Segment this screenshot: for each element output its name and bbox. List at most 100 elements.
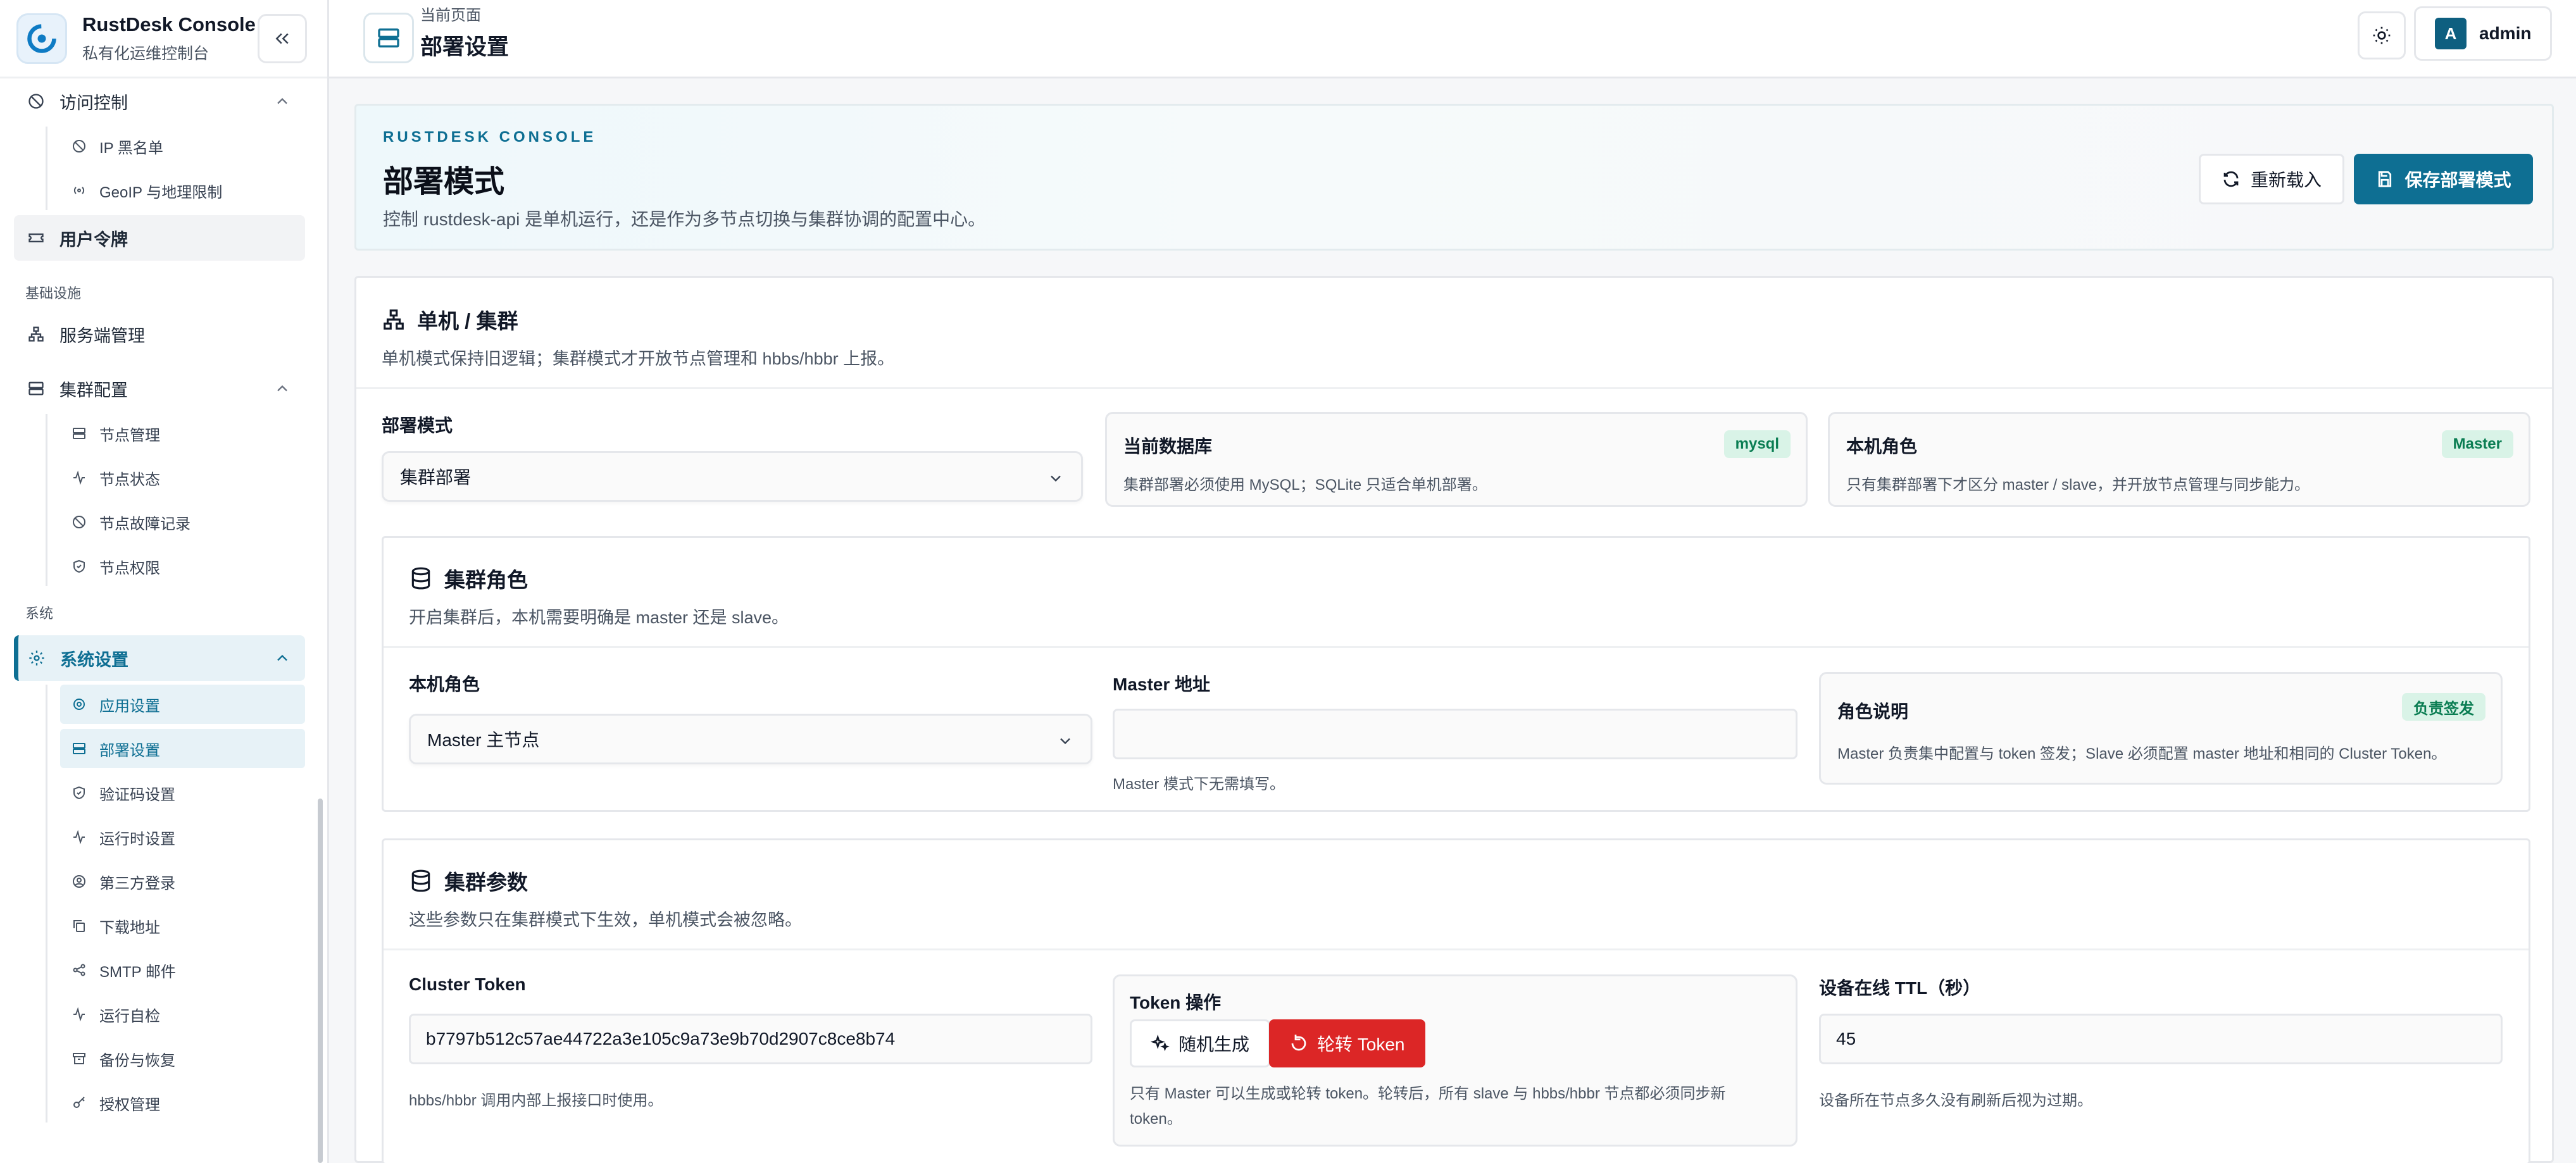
avatar: A xyxy=(2435,18,2467,49)
sidebar-item-label: 下载地址 xyxy=(99,919,160,936)
sidebar-item-license[interactable]: 授权管理 xyxy=(60,1083,305,1123)
save-deploy-mode-button[interactable]: 保存部署模式 xyxy=(2354,154,2533,204)
role-badge: Master xyxy=(2441,430,2513,458)
local-role-text: 只有集群部署下才区分 master / slave，并开放节点管理与同步能力。 xyxy=(1846,476,2310,494)
reload-button[interactable]: 重新载入 xyxy=(2199,154,2344,204)
random-generate-button[interactable]: 随机生成 xyxy=(1130,1019,1271,1067)
collapse-sidebar-button[interactable] xyxy=(258,14,307,63)
cluster-role-card: 集群角色 开启集群后，本机需要明确是 master 还是 slave。 本机角色… xyxy=(382,536,2530,812)
sidebar-item-node-mgmt[interactable]: 节点管理 xyxy=(60,414,305,453)
sidebar-item-deploy-settings[interactable]: 部署设置 xyxy=(60,729,305,768)
sidebar-item-download-url[interactable]: 下载地址 xyxy=(60,906,305,945)
sidebar-item-label: 运行自检 xyxy=(99,1007,160,1025)
master-address-label: Master 地址 xyxy=(1113,675,1211,694)
sidebar-item-geoip[interactable]: GeoIP 与地理限制 xyxy=(60,171,305,210)
access-control-submenu: IP 黑名单 GeoIP 与地理限制 xyxy=(46,127,305,210)
sidebar-item-access-control[interactable]: 访问控制 xyxy=(14,78,305,124)
gear-icon xyxy=(70,695,88,713)
server-icon xyxy=(70,425,88,442)
shield-check-icon xyxy=(70,557,88,575)
share-icon xyxy=(70,961,88,979)
server-icon xyxy=(363,13,414,63)
user-name: admin xyxy=(2479,23,2532,43)
sidebar-item-server-mgmt[interactable]: 服务端管理 xyxy=(14,311,305,357)
db-badge: mysql xyxy=(1723,430,1791,458)
cluster-params-desc: 这些参数只在集群模式下生效，单机模式会被忽略。 xyxy=(409,911,802,930)
sidebar-item-label: 节点故障记录 xyxy=(99,515,191,533)
cluster-params-card: 集群参数 这些参数只在集群模式下生效，单机模式会被忽略。 Cluster Tok… xyxy=(382,838,2530,1163)
cluster-role-title-text: 集群角色 xyxy=(444,568,528,592)
local-role-title: 本机角色 xyxy=(1846,437,1918,456)
sidebar-scrollbar[interactable] xyxy=(318,799,323,1163)
master-address-input[interactable] xyxy=(1113,709,1798,759)
sidebar-item-self-check[interactable]: 运行自检 xyxy=(60,995,305,1034)
sparkles-icon xyxy=(1151,1034,1170,1053)
deploy-mode-card: 单机 / 集群 单机模式保持旧逻辑；集群模式才开放节点管理和 hbbs/hbbr… xyxy=(354,276,2554,1163)
sidebar-item-ip-blacklist[interactable]: IP 黑名单 xyxy=(60,127,305,166)
role-explain-text: Master 负责集中配置与 token 签发；Slave 必须配置 maste… xyxy=(1837,745,2447,762)
sidebar-item-label: 部署设置 xyxy=(99,742,160,759)
sidebar-item-label: 运行时设置 xyxy=(99,830,175,848)
chevron-up-icon xyxy=(277,654,287,661)
page-title: 部署设置 xyxy=(420,35,510,59)
sidebar: RustDesk Console 私有化运维控制台 访问控制 IP 黑名单 Ge… xyxy=(0,0,329,1163)
rotate-token-button[interactable]: 轮转 Token xyxy=(1269,1019,1425,1067)
network-icon xyxy=(382,308,406,332)
hero-description: 控制 rustdesk-api 是单机运行，还是作为多节点切换与集群协调的配置中… xyxy=(383,209,986,229)
sidebar-item-runtime-settings[interactable]: 运行时设置 xyxy=(60,818,305,857)
local-role-select[interactable]: Master 主节点 xyxy=(409,714,1092,764)
sidebar-item-smtp[interactable]: SMTP 邮件 xyxy=(60,950,305,990)
sidebar-item-label: 节点权限 xyxy=(99,559,160,577)
hero-title: 部署模式 xyxy=(383,165,505,199)
sidebar-item-app-settings[interactable]: 应用设置 xyxy=(60,685,305,724)
shield-check-icon xyxy=(70,784,88,802)
sidebar-item-label: 第三方登录 xyxy=(99,874,175,892)
cluster-config-submenu: 节点管理 节点状态 节点故障记录 节点权限 xyxy=(46,414,305,586)
sidebar-item-cluster-config[interactable]: 集群配置 xyxy=(14,366,305,411)
sidebar-item-oauth-login[interactable]: 第三方登录 xyxy=(60,862,305,901)
chevron-up-icon xyxy=(277,97,287,104)
cluster-token-help: hbbs/hbbr 调用内部上报接口时使用。 xyxy=(409,1092,663,1109)
sidebar-item-system-settings[interactable]: 系统设置 xyxy=(14,635,305,681)
user-circle-icon xyxy=(70,873,88,890)
radio-icon xyxy=(70,182,88,199)
sidebar-item-label: 访问控制 xyxy=(59,93,128,113)
cluster-token-input[interactable]: b7797b512c57ae44722a3e105c9a73e9b70d2907… xyxy=(409,1014,1092,1064)
activity-icon xyxy=(70,828,88,846)
sidebar-item-captcha-settings[interactable]: 验证码设置 xyxy=(60,773,305,812)
sidebar-item-label: 应用设置 xyxy=(99,697,160,715)
theme-toggle-button[interactable] xyxy=(2358,11,2406,59)
breadcrumb-label: 当前页面 xyxy=(420,7,481,24)
page-hero: RUSTDESK CONSOLE 部署模式 控制 rustdesk-api 是单… xyxy=(354,104,2554,251)
deploy-mode-value: 集群部署 xyxy=(400,468,472,487)
rotate-icon xyxy=(1289,1034,1308,1053)
chevron-down-icon xyxy=(1060,738,1070,745)
ttl-input[interactable]: 45 xyxy=(1819,1014,2503,1064)
user-menu-button[interactable]: A admin xyxy=(2414,6,2552,61)
current-db-text: 集群部署必须使用 MySQL；SQLite 只适合单机部署。 xyxy=(1123,476,1487,494)
local-role-card: 本机角色 Master 只有集群部署下才区分 master / slave，并开… xyxy=(1828,412,2530,507)
deploy-mode-select[interactable]: 集群部署 xyxy=(382,451,1083,502)
reload-button-label: 重新载入 xyxy=(2250,170,2322,190)
local-role-value: Master 主节点 xyxy=(427,730,540,750)
network-icon xyxy=(25,323,47,345)
sun-icon xyxy=(2373,27,2391,44)
sidebar-item-label: 节点管理 xyxy=(99,426,160,444)
sidebar-item-node-fault[interactable]: 节点故障记录 xyxy=(60,502,305,542)
deploy-mode-label: 部署模式 xyxy=(382,416,453,435)
token-ops-card: Token 操作 随机生成 轮转 Token 只有 Master 可以生成或轮转… xyxy=(1113,974,1798,1147)
ban-icon xyxy=(25,90,47,112)
sidebar-item-label: GeoIP 与地理限制 xyxy=(99,183,223,201)
sidebar-item-user-token[interactable]: 用户令牌 xyxy=(14,215,305,261)
database-icon xyxy=(409,566,433,590)
sidebar-item-label: 验证码设置 xyxy=(99,786,175,804)
sidebar-item-node-permission[interactable]: 节点权限 xyxy=(60,547,305,586)
archive-icon xyxy=(70,1050,88,1067)
sidebar-item-node-status[interactable]: 节点状态 xyxy=(60,458,305,497)
sidebar-item-backup[interactable]: 备份与恢复 xyxy=(60,1039,305,1078)
save-icon xyxy=(2375,170,2394,189)
key-icon xyxy=(70,1094,88,1112)
sidebar-item-label: 备份与恢复 xyxy=(99,1052,175,1069)
mode-section-title: 单机 / 集群 xyxy=(382,304,518,335)
mode-section-title-text: 单机 / 集群 xyxy=(417,309,518,333)
